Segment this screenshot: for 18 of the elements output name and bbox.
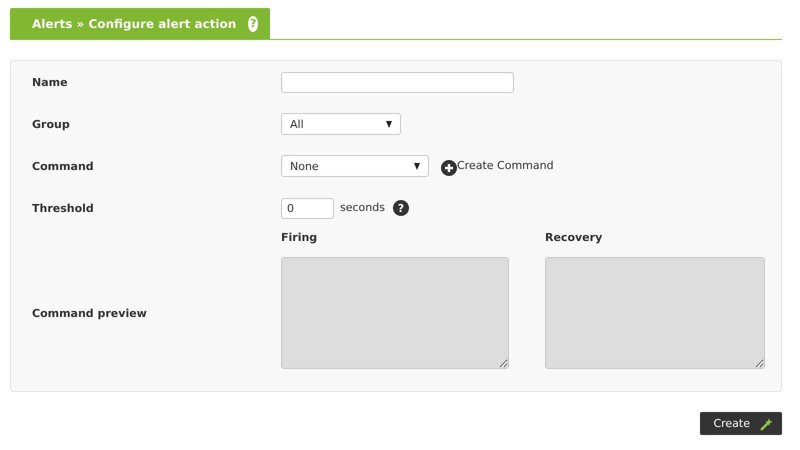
column-heading: Recovery <box>545 230 604 246</box>
field-label: Command <box>32 160 95 172</box>
dropdown[interactable]: All <box>281 113 401 135</box>
help-icon[interactable]: ? <box>392 200 409 216</box>
unit-label: seconds <box>340 200 385 214</box>
dropdown[interactable]: None <box>281 155 429 177</box>
page-title: Alerts » Configure alert action <box>32 16 236 30</box>
column-heading: Firing <box>281 230 318 246</box>
magic-wand-icon <box>760 416 774 430</box>
field-label: Group <box>32 118 71 130</box>
field-label: Name <box>32 76 69 88</box>
threshold-field[interactable]: 0 <box>281 198 334 218</box>
create-button[interactable]: Create <box>700 412 782 435</box>
field-label: Command preview <box>32 306 148 320</box>
field-label: Threshold <box>32 202 95 214</box>
create-command-link[interactable]: Create Command <box>457 158 554 172</box>
add-icon[interactable] <box>441 160 457 176</box>
name-field[interactable] <box>281 72 514 92</box>
